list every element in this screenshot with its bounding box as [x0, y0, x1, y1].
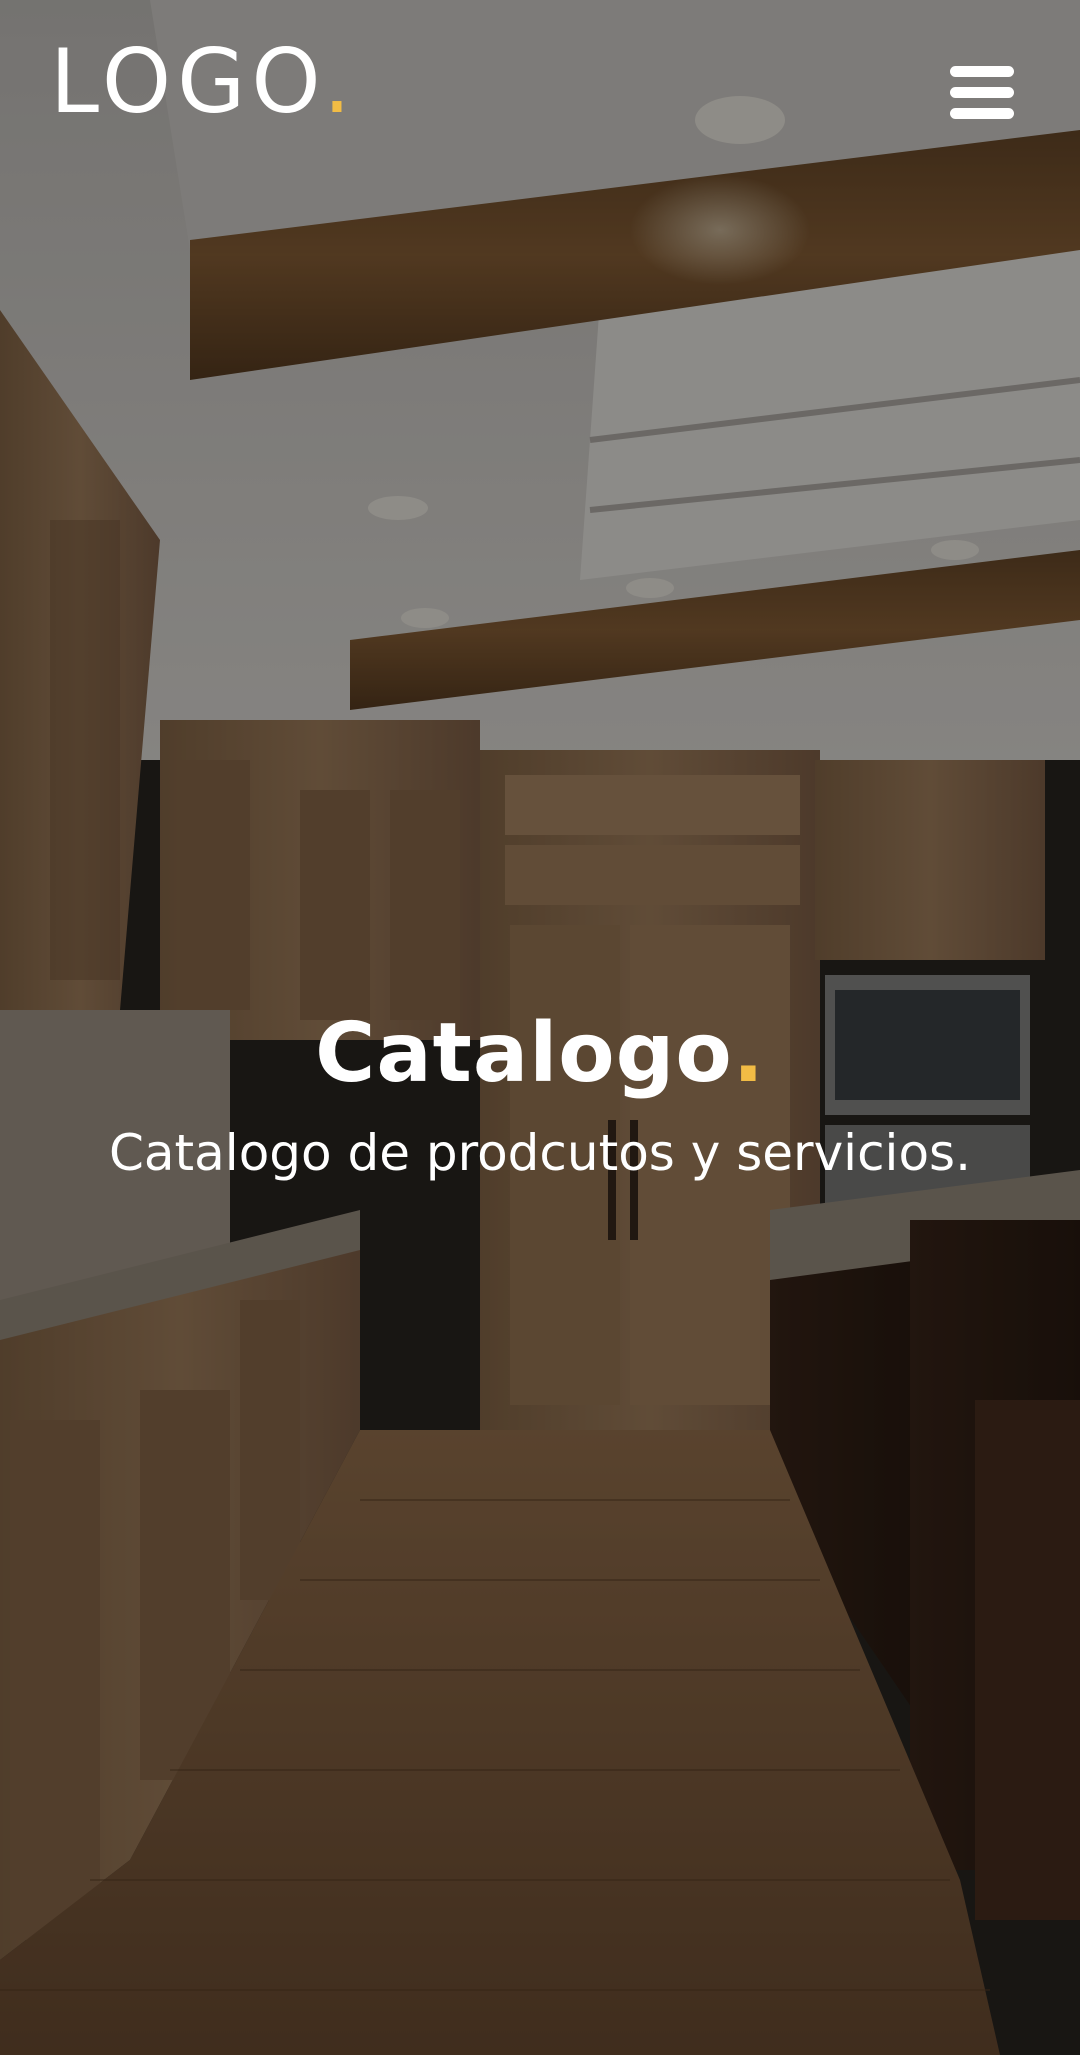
top-navigation-bar: LOGO. — [0, 0, 1080, 180]
menu-bar-top — [950, 66, 1014, 77]
menu-bar-middle — [950, 87, 1014, 98]
hero-title: Catalogo. — [0, 1005, 1080, 1103]
hamburger-menu-icon[interactable] — [950, 66, 1014, 120]
hero-section: Catalogo. Catalogo de prodcutos y servic… — [0, 1005, 1080, 1183]
site-logo[interactable]: LOGO. — [50, 38, 357, 126]
hero-title-text: Catalogo — [315, 1006, 733, 1101]
logo-accent-dot: . — [323, 30, 358, 133]
hero-subtitle: Catalogo de prodcutos y servicios. — [109, 1124, 971, 1183]
hero-title-accent-dot: . — [732, 1006, 765, 1101]
logo-text: LOGO — [50, 30, 324, 133]
menu-bar-bottom — [950, 108, 1014, 119]
page: LOGO. Catalogo. Catalogo de prodcutos y … — [0, 0, 1080, 2055]
